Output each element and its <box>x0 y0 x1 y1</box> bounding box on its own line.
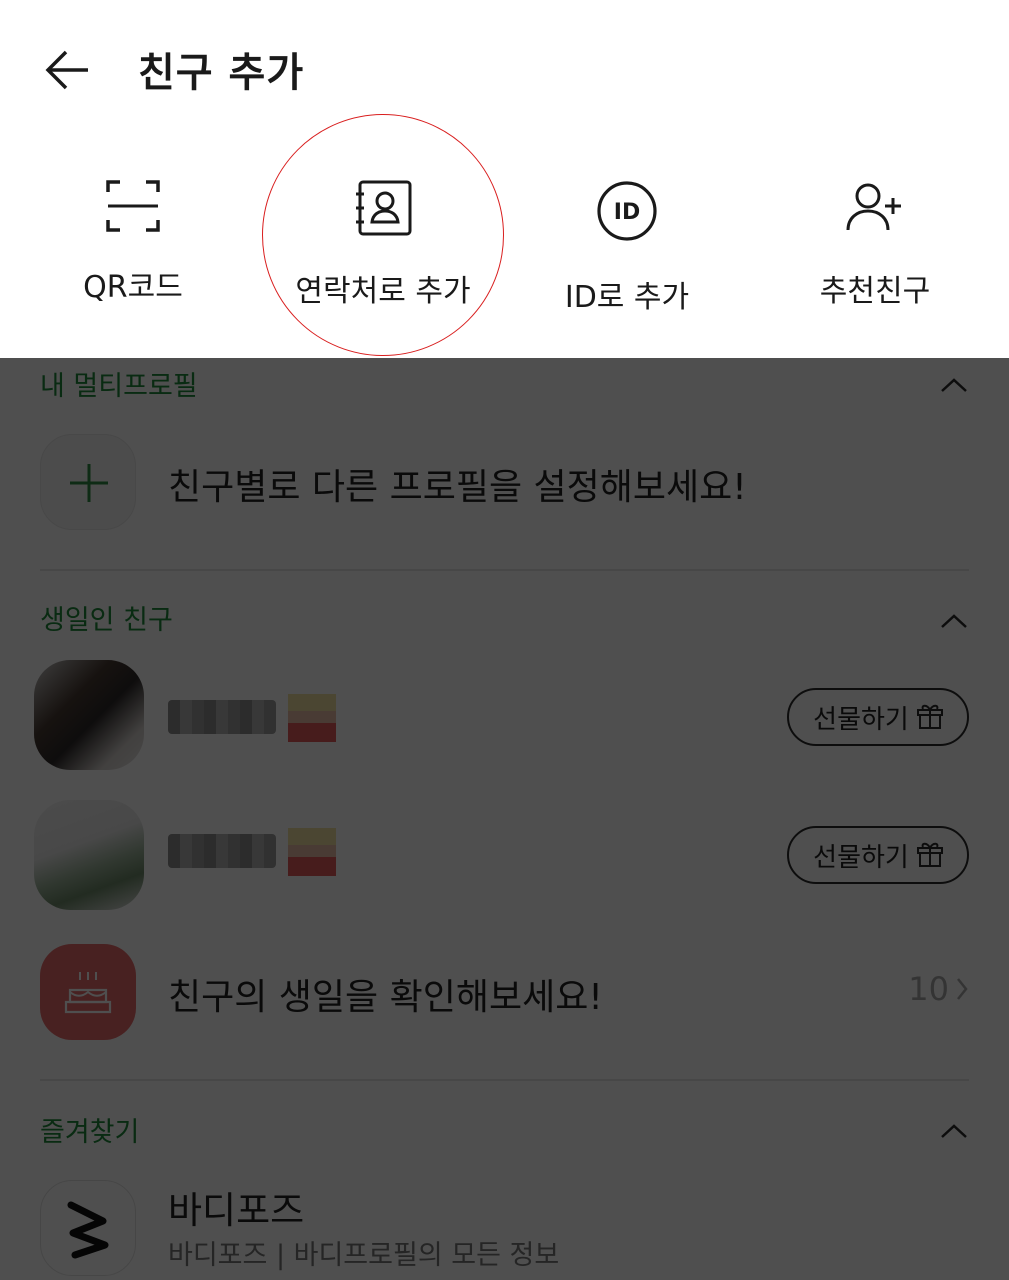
add-person-icon <box>846 183 901 231</box>
birthday-count-value: 10 <box>908 970 949 1008</box>
qr-scan-icon <box>106 180 160 232</box>
page-title: 친구 추가 <box>138 50 305 96</box>
recommended-friends-label: 추천친구 <box>819 274 931 309</box>
add-by-contacts-label: 연락처로 추가 <box>295 274 471 309</box>
multiprofile-section-title: 내 멀티프로필 <box>40 371 198 402</box>
collapse-favorites-chevron-up-icon[interactable] <box>939 1122 969 1140</box>
svg-text:ID: ID <box>614 200 640 225</box>
multiprofile-prompt[interactable]: 친구별로 다른 프로필을 설정해보세요! <box>168 458 747 510</box>
gift-icon <box>916 842 943 867</box>
gift-button[interactable]: 선물하기 <box>787 688 969 746</box>
birthday-friend-name-blurred <box>168 700 276 734</box>
divider <box>40 1079 969 1081</box>
birthday-emoji-blurred <box>288 828 336 876</box>
add-friend-sheet: 친구 추가 QR코드 연락처로 추가 ID ID로 추가 추천친구 <box>0 0 1009 358</box>
gift-icon <box>916 704 943 729</box>
favorite-description: 바디포즈 | 바디프로필의 모든 정보 <box>168 1240 560 1271</box>
add-by-id-label: ID로 추가 <box>564 280 690 315</box>
add-by-contacts-option[interactable]: 연락처로 추가 <box>268 180 498 320</box>
birthday-prompt[interactable]: 친구의 생일을 확인해보세요! <box>168 968 603 1020</box>
birthday-friend-avatar[interactable] <box>34 800 144 910</box>
favorite-name[interactable]: 바디포즈 <box>168 1180 304 1234</box>
birthday-friend-name-blurred <box>168 834 276 868</box>
bodypose-avatar[interactable] <box>40 1180 136 1276</box>
birthday-friend-avatar[interactable] <box>34 660 144 770</box>
favorites-section-title: 즐겨찾기 <box>40 1117 140 1148</box>
birthday-emoji-blurred <box>288 694 336 742</box>
birthday-section-title: 생일인 친구 <box>40 605 173 636</box>
birthday-count[interactable]: 10 <box>908 970 969 1008</box>
gift-button-label: 선물하기 <box>813 704 909 735</box>
contact-book-icon <box>356 180 412 236</box>
recommended-friends-option[interactable]: 추천친구 <box>760 180 990 320</box>
collapse-birthday-chevron-up-icon[interactable] <box>939 612 969 630</box>
bodypose-logo-icon <box>67 1201 109 1259</box>
back-arrow-icon[interactable] <box>42 46 94 94</box>
add-by-id-option[interactable]: ID ID로 추가 <box>512 180 742 320</box>
chevron-right-icon <box>957 978 968 1000</box>
gift-button[interactable]: 선물하기 <box>787 826 969 884</box>
birthday-cake-tile[interactable] <box>40 944 136 1040</box>
gift-button-label: 선물하기 <box>813 842 909 873</box>
plus-icon <box>70 464 108 502</box>
qr-code-option[interactable]: QR코드 <box>18 180 248 320</box>
id-badge-icon: ID <box>597 181 657 241</box>
add-multiprofile-button[interactable] <box>40 434 136 530</box>
qr-code-label: QR코드 <box>83 270 183 305</box>
cake-icon <box>64 972 112 1014</box>
divider <box>40 569 969 571</box>
collapse-multiprofile-chevron-up-icon[interactable] <box>939 376 969 394</box>
